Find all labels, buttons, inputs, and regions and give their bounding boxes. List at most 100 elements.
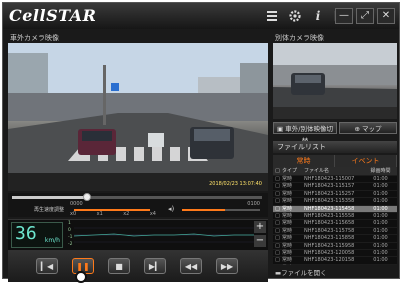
row-duration: 01:00: [364, 250, 397, 256]
gear-icon[interactable]: [288, 9, 302, 23]
row-filename: NHF180423-120058: [304, 250, 364, 256]
row-checkbox[interactable]: □: [273, 243, 282, 249]
row-type: 常時: [282, 198, 304, 204]
row-checkbox[interactable]: □: [273, 198, 282, 204]
row-duration: 01:00: [364, 206, 397, 212]
skip-back-button[interactable]: ◀◀: [180, 258, 202, 274]
tab-event[interactable]: イベント: [335, 155, 397, 167]
seek-fill: [12, 196, 87, 199]
row-duration: 01:00: [364, 220, 397, 226]
row-filename: NHF180423-115658: [304, 220, 364, 226]
row-type: 常時: [282, 213, 304, 219]
skip-forward-button[interactable]: ▶▶: [216, 258, 238, 274]
file-row[interactable]: □常時NHF180423-11565801:00: [273, 220, 397, 227]
row-duration: 01:00: [364, 243, 397, 249]
map-icon: ⊕: [354, 125, 362, 133]
row-filename: NHF180423-115758: [304, 228, 364, 234]
col-duration: 録画時間: [364, 167, 397, 175]
previous-file-icon: ▎◀: [41, 262, 53, 271]
speed-ticks: x0 x1 x2 x4: [70, 211, 156, 217]
row-checkbox[interactable]: □: [273, 191, 282, 197]
seek-end-label: 0100: [247, 201, 260, 207]
row-duration: 01:00: [364, 228, 397, 234]
row-type: 常時: [282, 235, 304, 241]
row-type: 常時: [282, 257, 304, 263]
skip-forward-icon: ▶▶: [221, 262, 233, 271]
tab-always[interactable]: 常時: [273, 155, 335, 167]
row-checkbox[interactable]: □: [273, 206, 282, 212]
file-row[interactable]: □常時NHF180423-12015801:00: [273, 257, 397, 264]
next-frame-icon: ▶▎: [149, 262, 161, 271]
speedometer: 36 km/h: [11, 222, 63, 248]
open-file-button[interactable]: ▬ファイルを開く: [275, 267, 327, 277]
zoom-in-button[interactable]: +: [254, 221, 266, 233]
minimize-button[interactable]: —: [335, 8, 353, 24]
speed-tick-0: x0: [70, 211, 76, 217]
speed-tick-3: x4: [150, 211, 156, 217]
sub-road-scene: [273, 43, 397, 119]
info-icon[interactable]: i: [311, 9, 325, 23]
row-type: 常時: [282, 206, 304, 212]
app-window: CellSTAR i — ⤢ ✕ 車外カメラ映像 別体カメラ映像: [2, 2, 400, 279]
speed-unit: km/h: [45, 237, 60, 244]
row-filename: NHF180423-115358: [304, 198, 364, 204]
map-button[interactable]: ⊕ マップ: [339, 122, 397, 134]
maximize-button[interactable]: ⤢: [356, 8, 374, 24]
row-type: 常時: [282, 228, 304, 234]
seek-handle[interactable]: [83, 193, 91, 201]
volume-fill: [182, 209, 225, 211]
volume-track[interactable]: [182, 209, 260, 211]
map-label: マップ: [362, 125, 382, 133]
video-timestamp: 2018/02/23 13:07:40: [209, 181, 262, 187]
row-duration: 01:00: [364, 213, 397, 219]
row-type: 常時: [282, 220, 304, 226]
row-filename: NHF180423-115157: [304, 183, 364, 189]
row-filename: NHF180423-115257: [304, 191, 364, 197]
camera-switch-button[interactable]: ▣ 車外/別体映像切替: [273, 122, 337, 134]
file-list-header: ファイルリスト: [273, 141, 397, 153]
playback-controls: ▎◀ ❚❚ ■ ▶▎ ◀◀ ▶▶: [8, 250, 268, 282]
list-icon[interactable]: [265, 9, 279, 23]
cursor-indicator: [75, 271, 87, 283]
road-scene: [8, 43, 268, 191]
col-check: □: [273, 167, 282, 175]
row-checkbox[interactable]: □: [273, 176, 282, 182]
row-checkbox[interactable]: □: [273, 220, 282, 226]
file-list-tabs: 常時 イベント: [273, 155, 397, 167]
row-checkbox[interactable]: □: [273, 228, 282, 234]
file-row[interactable]: □常時NHF180423-11595801:00: [273, 243, 397, 250]
row-type: 常時: [282, 176, 304, 182]
volume-icon: ◂): [168, 205, 174, 213]
file-row[interactable]: □常時NHF180423-11515701:00: [273, 183, 397, 190]
speed-value: 36: [15, 223, 37, 244]
graph-label-1: 0: [68, 227, 73, 234]
titlebar: CellSTAR i — ⤢ ✕: [3, 3, 399, 29]
pause-icon: ❚❚: [76, 262, 89, 271]
graph-labels: 1 0 -1 -2: [68, 220, 73, 248]
row-duration: 01:00: [364, 183, 397, 189]
row-checkbox[interactable]: □: [273, 213, 282, 219]
row-checkbox[interactable]: □: [273, 250, 282, 256]
acceleration-plot: [74, 221, 254, 249]
seek-track[interactable]: [12, 196, 262, 199]
row-checkbox[interactable]: □: [273, 235, 282, 241]
speed-tick-1: x1: [97, 211, 103, 217]
close-button[interactable]: ✕: [377, 8, 395, 24]
next-frame-button[interactable]: ▶▎: [144, 258, 166, 274]
row-checkbox[interactable]: □: [273, 183, 282, 189]
sub-video[interactable]: [273, 43, 397, 119]
previous-file-button[interactable]: ▎◀: [36, 258, 58, 274]
file-row[interactable]: □常時NHF180423-11545801:00: [273, 206, 397, 213]
open-file-label: ファイルを開く: [281, 269, 327, 277]
file-row[interactable]: □常時NHF180423-11585801:00: [273, 235, 397, 242]
row-filename: NHF180423-115558: [304, 213, 364, 219]
main-video[interactable]: 2018/02/23 13:07:40: [8, 43, 268, 191]
row-type: 常時: [282, 250, 304, 256]
row-duration: 01:00: [364, 191, 397, 197]
file-row[interactable]: □常時NHF180423-11535801:00: [273, 198, 397, 205]
row-filename: NHF180423-115007: [304, 176, 364, 182]
zoom-out-button[interactable]: −: [254, 235, 266, 247]
row-checkbox[interactable]: □: [273, 257, 282, 263]
stop-button[interactable]: ■: [108, 258, 130, 274]
speed-adjust-label: 再生速度調整: [34, 206, 64, 213]
